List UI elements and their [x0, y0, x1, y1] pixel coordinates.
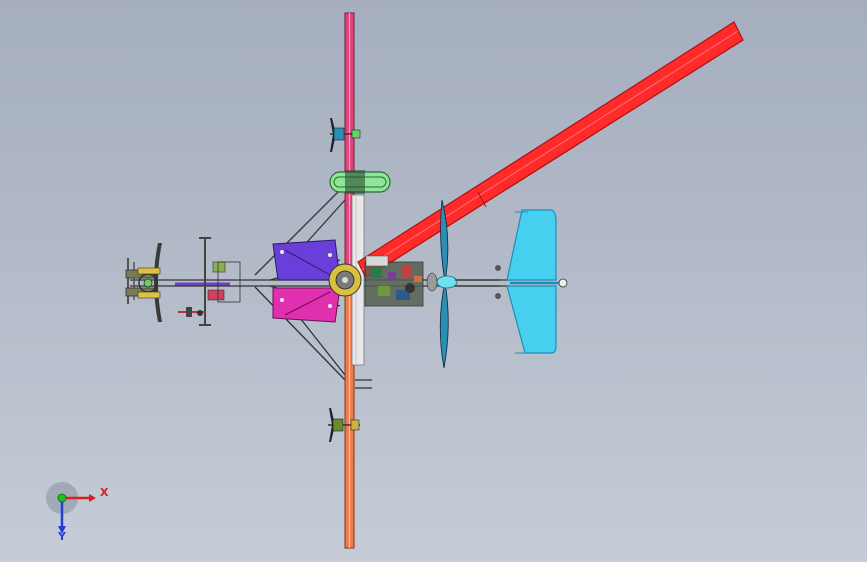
graphics-viewport[interactable]: X Y [0, 0, 867, 562]
y-axis-dot [57, 493, 67, 503]
lower-hub [328, 408, 360, 442]
nose-assembly [125, 237, 241, 326]
triad-axes [46, 482, 96, 534]
tail-boom [455, 265, 510, 299]
x-axis-head [89, 494, 96, 502]
x-axis-label: X [100, 486, 109, 499]
gyrocopter-model[interactable] [0, 0, 867, 562]
tail-surface [506, 209, 568, 354]
engine [328, 255, 424, 307]
fuel-tank [329, 170, 391, 194]
z-axis-label: Y [58, 530, 66, 543]
coordinate-triad: X Y [40, 478, 130, 548]
